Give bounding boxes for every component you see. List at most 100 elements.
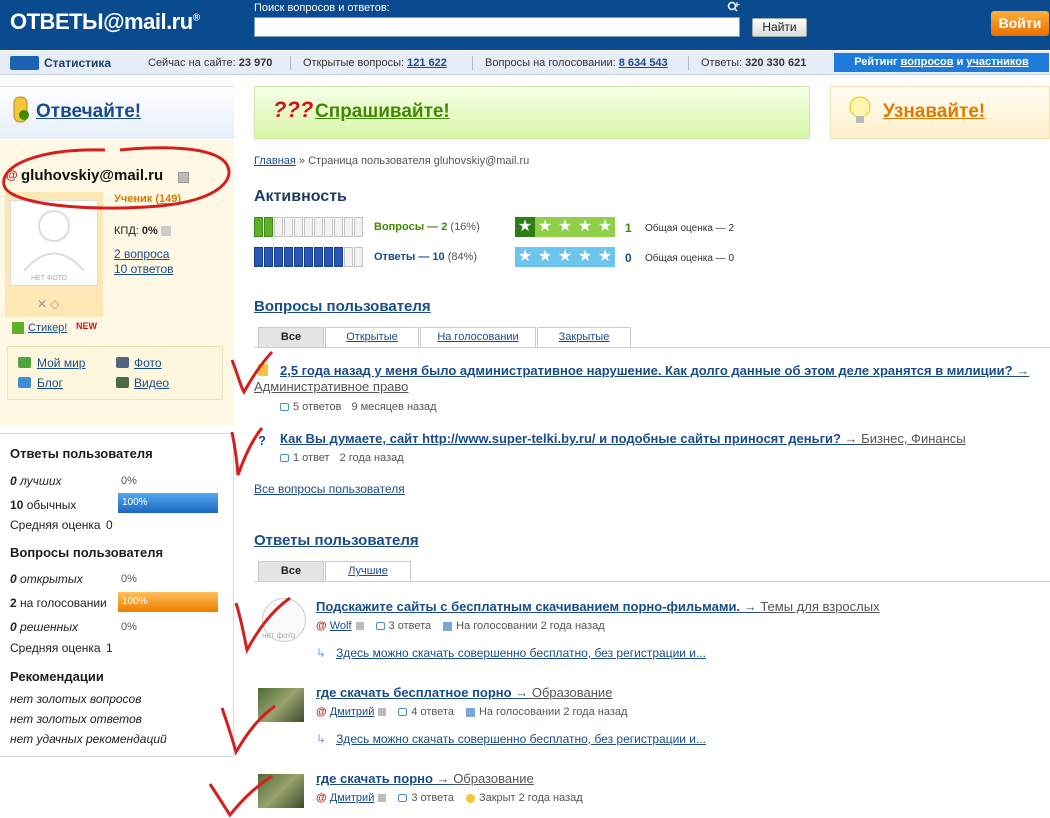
photo-link[interactable]: Фото xyxy=(134,356,162,370)
answer-question-title[interactable]: где скачать бесплатное порно → Образован… xyxy=(316,685,612,700)
question-item[interactable]: 2,5 года назад у меня было административ… xyxy=(254,363,1034,395)
promo-learn-text[interactable]: Узнавайте! xyxy=(883,101,985,123)
answers-activity-label: Ответы — 10 (84%) xyxy=(374,251,478,263)
answer-category-link[interactable]: Темы для взрослых xyxy=(760,599,879,614)
author-avatar[interactable] xyxy=(258,688,304,722)
user-answers-link[interactable]: 10 ответов xyxy=(114,262,174,276)
voting-questions-link[interactable]: 8 634 543 xyxy=(619,57,668,69)
site-logo[interactable]: ОТВЕТЫ@mail.ru® xyxy=(10,9,200,35)
user-questions-title[interactable]: Вопросы пользователя xyxy=(254,298,431,315)
comment-icon xyxy=(375,622,385,631)
promo-answer-text[interactable]: Отвечайте! xyxy=(36,101,141,123)
star-icon: ★ xyxy=(557,248,573,265)
user-questions-link[interactable]: 2 вопроса xyxy=(114,247,169,261)
video-icon xyxy=(116,377,129,388)
comment-icon xyxy=(398,794,408,803)
stat-divider xyxy=(472,56,473,70)
login-button[interactable]: Войти xyxy=(991,11,1049,36)
activity-segment xyxy=(284,247,293,267)
user-answers-title[interactable]: Ответы пользователя xyxy=(254,532,419,549)
star-icon: ★ xyxy=(577,218,593,235)
star-icon: ★ xyxy=(597,248,613,265)
author-link[interactable]: Дмитрий xyxy=(330,706,375,718)
mail-at-icon: @ xyxy=(316,792,327,804)
answer-question-title[interactable]: где скачать порно → Образование xyxy=(316,771,534,786)
activity-segment xyxy=(324,247,333,267)
question-item[interactable]: Как Вы думаете, сайт http://www.super-te… xyxy=(254,431,1034,447)
dropdown-icon[interactable] xyxy=(378,794,387,803)
answer-text-link[interactable]: ↳ Здесь можно скачать совершенно бесплатн… xyxy=(316,646,706,660)
star-icon: ★ xyxy=(577,248,593,265)
mail-at-icon: @ xyxy=(316,620,327,632)
activity-segment xyxy=(324,217,333,237)
logo-text: ОТВЕТЫ@mail.ru xyxy=(10,9,193,34)
comment-icon xyxy=(280,403,289,412)
recommendation-item: нет золотых ответов xyxy=(10,712,142,726)
tab-answers-best[interactable]: Лучшие xyxy=(325,561,411,581)
recommendations-title: Рекомендации xyxy=(10,669,104,684)
activity-segment xyxy=(294,217,303,237)
stat-open-questions: Открытые вопросы: 121 622 xyxy=(303,57,447,69)
promo-ask[interactable]: ??? Спрашивайте! xyxy=(254,86,810,139)
activity-segment xyxy=(334,247,343,267)
search-button[interactable]: Найти xyxy=(752,18,807,37)
author-link[interactable]: Wolf xyxy=(330,620,352,632)
top-header: ОТВЕТЫ@mail.ru® Поиск вопросов и ответов… xyxy=(0,0,1050,50)
question-category-link[interactable]: Административное право xyxy=(254,379,408,394)
dropdown-icon[interactable] xyxy=(178,172,189,183)
tab-open[interactable]: Открытые xyxy=(325,327,419,347)
all-questions-link[interactable]: Все вопросы пользователя xyxy=(254,482,405,496)
voting-questions-bar: 100% xyxy=(118,592,218,612)
question-category-link[interactable]: Бизнес, Финансы xyxy=(861,431,965,446)
blog-link[interactable]: Блог xyxy=(37,376,63,390)
tab-answers-all[interactable]: Все xyxy=(258,561,324,581)
answer-category-link[interactable]: Образование xyxy=(453,771,534,786)
answer-category-link[interactable]: Образование xyxy=(532,685,613,700)
questions-rating-stars: ★ ★ ★ ★ ★ xyxy=(515,217,615,237)
star-icon: ★ xyxy=(537,218,553,235)
rating-questions-link[interactable]: вопросов xyxy=(901,56,954,68)
rank-points-link[interactable]: 149 xyxy=(159,193,177,205)
tab-all[interactable]: Все xyxy=(258,327,324,347)
promo-learn[interactable]: Узнавайте! xyxy=(830,86,1050,139)
tab-closed[interactable]: Закрытые xyxy=(537,327,631,347)
answer-text-link[interactable]: ↳ Здесь можно скачать совершенно бесплатн… xyxy=(316,732,706,746)
search-input[interactable] xyxy=(254,17,740,37)
star-icon: ★ xyxy=(557,218,573,235)
stats-title[interactable]: Статистика xyxy=(44,56,111,70)
stat-online: Сейчас на сайте: 23 970 xyxy=(148,57,273,69)
answer-question-title[interactable]: Подскажите сайты с бесплатным скачивание… xyxy=(316,599,880,614)
questions-activity-label: Вопросы — 2 (16%) xyxy=(374,221,480,233)
new-badge: NEW xyxy=(76,321,97,331)
my-world-icon xyxy=(18,357,31,368)
rating-users-link[interactable]: участников xyxy=(966,56,1028,68)
help-icon[interactable] xyxy=(160,226,171,237)
sticker-link[interactable]: Стикер! xyxy=(12,322,67,335)
recommendation-item: нет золотых вопросов xyxy=(10,692,142,706)
tabs-divider xyxy=(254,347,1050,348)
questions-activity-bar xyxy=(254,217,364,237)
closed-icon xyxy=(465,793,475,803)
author-link[interactable]: Дмитрий xyxy=(330,792,375,804)
video-link[interactable]: Видео xyxy=(134,376,169,390)
magnifier-plus-icon[interactable] xyxy=(727,1,741,15)
best-answers-pct: 0% xyxy=(121,475,137,487)
tab-voting[interactable]: На голосовании xyxy=(420,327,536,347)
activity-segment xyxy=(284,217,293,237)
open-questions-link[interactable]: 121 622 xyxy=(407,57,447,69)
promo-answer[interactable]: Отвечайте! xyxy=(0,86,234,139)
activity-segment xyxy=(304,217,313,237)
my-world-link[interactable]: Мой мир xyxy=(37,356,85,370)
user-stats-box: Ответы пользователя 0 лучших 0% 10 обычн… xyxy=(0,433,234,757)
dropdown-icon[interactable] xyxy=(378,708,387,717)
dropdown-icon[interactable] xyxy=(355,622,364,631)
answer-meta: @ Дмитрий 4 ответа На голосовании 2 года на… xyxy=(316,706,628,718)
author-avatar[interactable] xyxy=(258,774,304,808)
promo-ask-text[interactable]: Спрашивайте! xyxy=(315,101,450,123)
breadcrumb-home[interactable]: Главная xyxy=(254,155,296,167)
answers-stats-title: Ответы пользователя xyxy=(10,446,153,461)
stat-answers: Ответы: 320 330 621 xyxy=(701,57,807,69)
activity-segment xyxy=(304,247,313,267)
answer-meta: @ Wolf 3 ответа На голосовании 2 года назад xyxy=(316,620,605,632)
recommendation-item: нет удачных рекомендаций xyxy=(10,732,167,746)
